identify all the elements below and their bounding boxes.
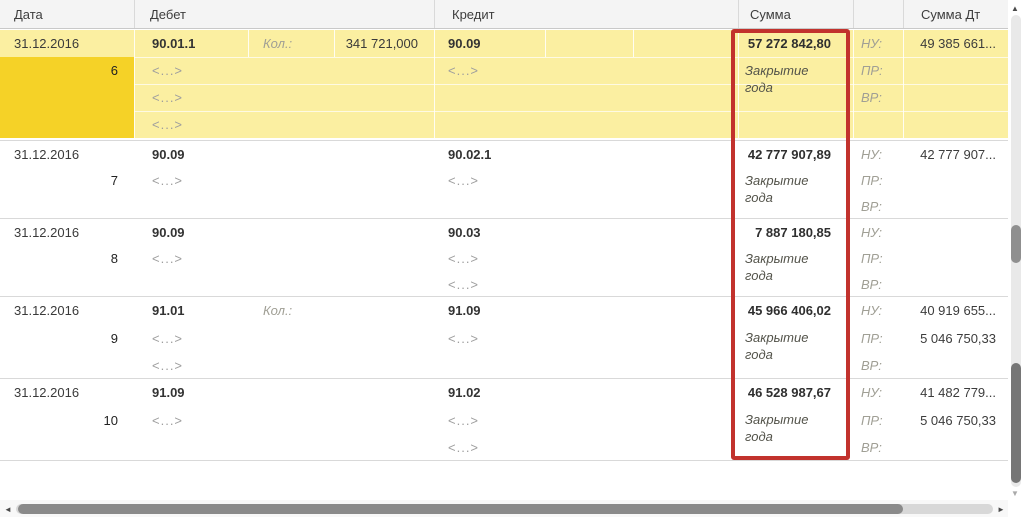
journal-table: Дата Дебет Кредит Сумма Сумма Дт 31.12.2… [0,0,1024,517]
sum-dt-nu-cell[interactable]: 42 777 907... [860,147,996,162]
quantity-label: Кол.: [263,303,292,318]
credit-placeholder-cell[interactable]: <...> [448,251,479,266]
tax-label-vr: ВР: [861,277,882,292]
debit-placeholder-cell[interactable]: <...> [152,331,183,346]
column-header-date: Дата [14,7,43,22]
credit-placeholder-cell[interactable]: <...> [448,173,479,188]
tax-label-vr: ВР: [861,358,882,373]
credit-placeholder-cell[interactable]: <...> [448,63,479,78]
grid-line [134,111,1008,112]
sum-dt-nu-cell[interactable]: 40 919 655... [860,303,996,318]
credit-account-cell[interactable]: 91.09 [448,303,481,318]
row-number-cell[interactable]: 7 [0,173,118,188]
credit-account-cell[interactable]: 90.03 [448,225,481,240]
tax-label-pr: ПР: [861,63,883,78]
column-header-sum-dt: Сумма Дт [921,7,980,22]
debit-placeholder-cell[interactable]: <...> [152,117,183,132]
debit-placeholder-cell[interactable]: <...> [152,173,183,188]
journal-row[interactable]: 31.12.2016 7 90.09 <...> 90.02.1 <...> 42 777 … [0,140,1008,218]
credit-account-cell[interactable]: 91.02 [448,385,481,400]
journal-row[interactable]: 31.12.2016690.01.1Кол.:341 721,000<...><… [0,30,1008,138]
journal-row[interactable]: 31.12.20161091.09<...>91.02<...><...>46 … [0,378,1008,460]
scroll-left-icon[interactable]: ◄ [4,505,12,515]
date-cell[interactable]: 31.12.2016 [14,225,79,240]
date-cell[interactable]: 31.12.2016 [14,303,79,318]
scroll-up-icon[interactable]: ▲ [1011,4,1019,14]
debit-placeholder-cell[interactable]: <...> [152,251,183,266]
debit-placeholder-cell[interactable]: <...> [152,413,183,428]
row-number-cell[interactable]: 6 [0,63,118,78]
date-cell[interactable]: 31.12.2016 [14,36,79,51]
journal-row[interactable]: 31.12.2016 9 91.01 Кол.: <...> <...> 91.09 <...… [0,296,1008,378]
tax-label-nu: НУ: [861,225,882,240]
sum-dt-pr-cell[interactable]: 5 046 750,33 [860,331,996,346]
annotation-red-box [731,29,850,460]
column-header-sum: Сумма [750,7,791,22]
tax-label-vr: ВР: [861,90,882,105]
grid-line [134,84,1008,85]
horizontal-scrollbar-thumb[interactable] [18,504,903,514]
header-divider [903,0,904,28]
row-number-cell[interactable]: 8 [0,251,118,266]
debit-placeholder-cell[interactable]: <...> [152,90,183,105]
header-divider [853,0,854,28]
date-cell[interactable]: 31.12.2016 [14,147,79,162]
journal-row[interactable]: 31.12.2016890.09<...>90.03<...><...>7 88… [0,218,1008,296]
credit-placeholder-cell[interactable]: <...> [448,277,479,292]
sum-dt-nu-cell[interactable]: 49 385 661... [860,36,996,51]
sum-dt-pr-cell[interactable]: 5 046 750,33 [860,413,996,428]
credit-account-cell[interactable]: 90.02.1 [448,147,491,162]
debit-account-cell[interactable]: 91.09 [152,385,185,400]
column-header-credit: Кредит [452,7,495,22]
quantity-value-cell[interactable]: 341 721,000 [248,36,418,51]
grid-line [633,30,634,57]
tax-label-pr: ПР: [861,251,883,266]
credit-placeholder-cell[interactable]: <...> [448,440,479,455]
tax-label-vr: ВР: [861,440,882,455]
debit-account-cell[interactable]: 90.01.1 [152,36,195,51]
sum-dt-nu-cell[interactable]: 41 482 779... [860,385,996,400]
header-divider [434,0,435,28]
debit-account-cell[interactable]: 90.09 [152,147,185,162]
debit-placeholder-cell[interactable]: <...> [152,358,183,373]
scroll-right-icon[interactable]: ► [997,505,1005,515]
table-bottom-line [0,460,1008,461]
table-header: Дата Дебет Кредит Сумма Сумма Дт [0,0,1008,29]
header-divider [738,0,739,28]
tax-label-pr: ПР: [861,173,883,188]
grid-line [134,57,1008,58]
vertical-scrollbar-thumb[interactable] [1011,363,1021,483]
row-number-cell[interactable]: 9 [0,331,118,346]
row-number-cell[interactable]: 10 [0,413,118,428]
scroll-down-icon[interactable]: ▼ [1011,489,1019,499]
debit-placeholder-cell[interactable]: <...> [152,63,183,78]
vertical-scrollbar-thumb-upper[interactable] [1011,225,1021,263]
credit-placeholder-cell[interactable]: <...> [448,331,479,346]
debit-account-cell[interactable]: 90.09 [152,225,185,240]
credit-account-cell[interactable]: 90.09 [448,36,481,51]
grid-line [545,30,546,57]
credit-placeholder-cell[interactable]: <...> [448,413,479,428]
date-cell[interactable]: 31.12.2016 [14,385,79,400]
debit-account-cell[interactable]: 91.01 [152,303,185,318]
header-divider [134,0,135,28]
column-header-debit: Дебет [150,7,186,22]
tax-label-vr: ВР: [861,199,882,214]
